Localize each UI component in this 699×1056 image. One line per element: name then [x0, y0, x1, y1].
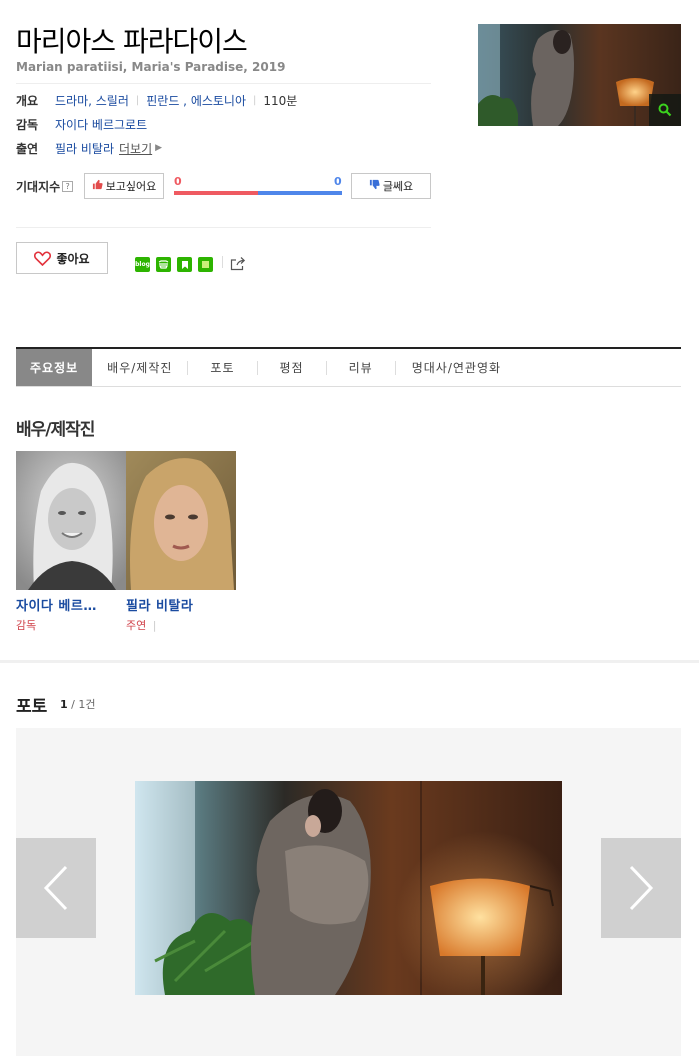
thumbs-up-icon [92, 179, 103, 193]
search-icon [658, 103, 672, 117]
zoom-button[interactable] [649, 94, 681, 126]
like-label: 좋아요 [56, 251, 90, 266]
director-name-link[interactable]: 자이다 베르… [16, 595, 97, 614]
director-label: 감독 [16, 117, 39, 132]
tab-photo[interactable]: 포토 [188, 349, 256, 386]
expectation-label: 기대지수 ? [16, 178, 74, 195]
photo-section-title: 포토 [16, 697, 48, 717]
tab-cast-crew[interactable]: 배우/제작진 [92, 349, 187, 386]
tab-bar-bottom-border [16, 386, 681, 387]
meh-label: 글쎄요 [382, 180, 414, 193]
cast-link[interactable]: 필라 비탈라 [55, 140, 114, 157]
cast-section-title: 배우/제작진 [16, 420, 95, 440]
actor-name-link[interactable]: 필라 비탈라 [126, 595, 193, 614]
expectation-label-text: 기대지수 [16, 180, 61, 194]
genre-link[interactable]: 드라마, 스릴러 [55, 92, 129, 109]
want-to-see-button[interactable]: 보고싶어요 [84, 173, 164, 199]
tab-main-info[interactable]: 주요정보 [16, 349, 93, 386]
blog-icon[interactable]: blog [135, 257, 150, 272]
band-icon[interactable] [156, 257, 171, 272]
actor-role: 주연 | [126, 617, 156, 633]
photo-count: 1 / 1건 [60, 696, 95, 712]
director-role: 감독 [16, 619, 37, 632]
more-link[interactable]: 더보기 [119, 140, 152, 157]
like-button[interactable]: 좋아요 [16, 242, 108, 274]
movie-title: 마리아스 파라다이스 [16, 25, 248, 58]
section-divider [0, 660, 699, 663]
director-photo[interactable] [16, 451, 126, 590]
country-link[interactable]: 핀란드 , 에스토니아 [146, 92, 246, 109]
want-gauge [174, 191, 258, 195]
cast-label: 출연 [16, 141, 39, 156]
meh-gauge [258, 191, 342, 195]
share-icon[interactable] [230, 256, 246, 274]
actor-role-text: 주연 [126, 619, 147, 632]
cast-row: 출연 필라 비탈라 더보기 ▶ [16, 138, 162, 158]
separator: | [152, 619, 157, 632]
gallery-photo[interactable] [135, 781, 562, 995]
next-photo-button[interactable] [601, 838, 681, 938]
meh-count: 0 [334, 175, 342, 188]
director-link[interactable]: 자이다 베르그로트 [55, 116, 147, 133]
movie-subtitle: Marian paratiisi, Maria's Paradise, 2019 [16, 60, 286, 74]
meh-button[interactable]: 글쎄요 [351, 173, 431, 199]
bookmark-icon[interactable] [177, 257, 192, 272]
help-icon[interactable]: ? [62, 181, 74, 192]
tab-bar: 주요정보 배우/제작진 포토 평점 리뷰 명대사/연관영화 [16, 349, 517, 386]
photo-current: 1 [60, 698, 68, 711]
divider [222, 256, 223, 268]
actor-photo[interactable] [126, 451, 236, 590]
want-count: 0 [174, 175, 182, 188]
overview-row: 개요 드라마, 스릴러 | 핀란드 , 에스토니아 | 110분 [16, 90, 297, 110]
memo-icon[interactable] [198, 257, 213, 272]
divider [16, 83, 431, 84]
overview-label: 개요 [16, 93, 39, 108]
director-row: 감독 자이다 베르그로트 [16, 114, 147, 134]
caret-right-icon: ▶ [155, 143, 163, 153]
photo-total: / 1건 [71, 698, 96, 711]
divider [16, 227, 431, 228]
want-to-see-label: 보고싶어요 [105, 180, 157, 193]
tab-quotes-related[interactable]: 명대사/연관영화 [396, 349, 517, 386]
prev-photo-button[interactable] [16, 838, 96, 938]
chevron-right-icon [627, 863, 655, 913]
blog-icon-text: blog [135, 261, 150, 268]
thumbs-down-icon [369, 179, 380, 193]
tab-rating[interactable]: 평점 [258, 349, 326, 386]
separator: | [253, 94, 257, 106]
tab-review[interactable]: 리뷰 [327, 349, 395, 386]
separator: | [135, 94, 140, 106]
runtime: 110분 [263, 93, 298, 108]
heart-icon [34, 251, 52, 266]
chevron-left-icon [42, 863, 70, 913]
